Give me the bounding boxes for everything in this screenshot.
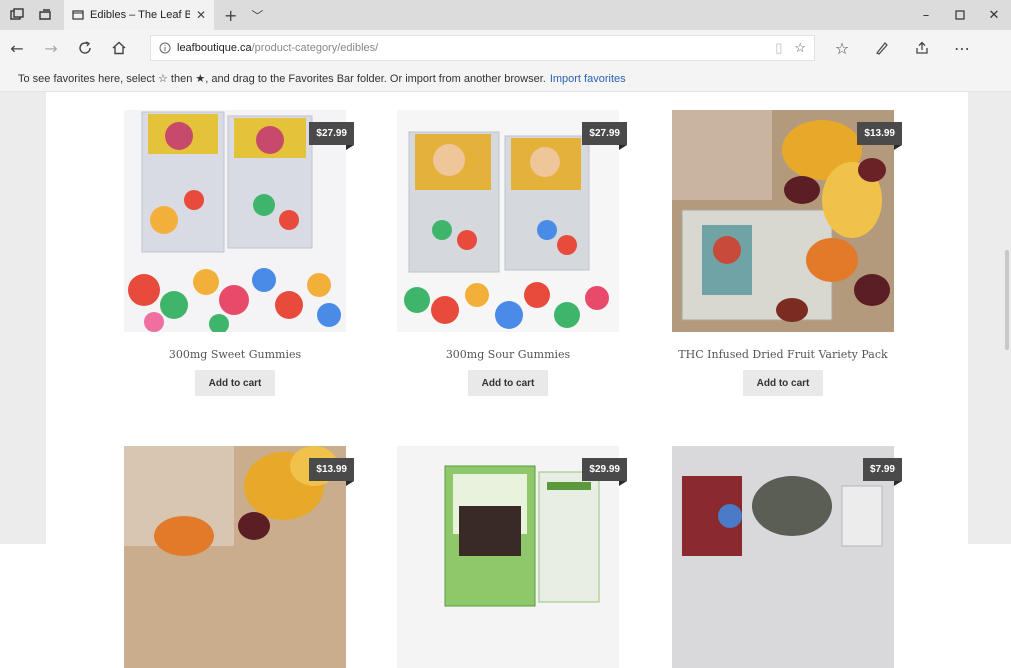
- url-path: /product-category/edibles/: [251, 42, 379, 54]
- favorites-hub-icon[interactable]: ☆: [825, 33, 859, 63]
- page-background: $27.99 300mg Sweet Gummies Add to cart $…: [0, 92, 1011, 668]
- home-icon[interactable]: [102, 33, 136, 63]
- title-bar: Edibles – The Leaf Bouti ✕ + ﹀ – ✕: [0, 0, 1011, 30]
- share-icon[interactable]: [905, 33, 939, 63]
- favorites-bar: To see favorites here, select ☆ then ★, …: [0, 66, 1011, 92]
- price-badge: $27.99: [309, 122, 354, 150]
- set-tabs-aside-icon[interactable]: [34, 4, 56, 26]
- product-grid: $27.99 300mg Sweet Gummies Add to cart $…: [46, 92, 968, 668]
- favorites-bar-message: To see favorites here, select ☆ then ★, …: [18, 73, 546, 85]
- url-host: leafboutique.ca: [177, 42, 252, 54]
- price-badge: $27.99: [582, 122, 627, 150]
- import-favorites-link[interactable]: Import favorites: [550, 73, 626, 85]
- close-tab-icon[interactable]: ✕: [196, 8, 206, 22]
- minimize-icon[interactable]: –: [909, 0, 943, 30]
- pen-icon[interactable]: [865, 33, 899, 63]
- add-to-cart-button[interactable]: Add to cart: [468, 370, 548, 396]
- price-badge: $29.99: [582, 458, 627, 486]
- navigation-bar: ← → leafboutique.ca/product-category/edi…: [0, 30, 1011, 66]
- price-badge: $13.99: [309, 458, 354, 486]
- more-icon[interactable]: ⋯: [945, 33, 979, 63]
- new-tab-icon[interactable]: +: [224, 6, 237, 25]
- price-badge: $7.99: [862, 458, 903, 486]
- tab-edibles[interactable]: Edibles – The Leaf Bouti ✕: [64, 0, 214, 30]
- scrollbar-thumb[interactable]: [1005, 250, 1009, 350]
- info-icon[interactable]: [159, 42, 171, 54]
- refresh-icon[interactable]: [68, 33, 102, 63]
- tab-actions-icon[interactable]: [6, 4, 28, 26]
- product-name[interactable]: 300mg Sour Gummies: [377, 348, 639, 361]
- product-name[interactable]: 300mg Sweet Gummies: [104, 348, 366, 361]
- product-image[interactable]: [672, 446, 894, 668]
- chevron-down-icon[interactable]: ﹀: [251, 7, 263, 24]
- close-window-icon[interactable]: ✕: [977, 0, 1011, 30]
- forward-arrow-icon[interactable]: →: [34, 33, 68, 63]
- tab-title: Edibles – The Leaf Bouti: [90, 9, 190, 21]
- back-arrow-icon[interactable]: ←: [0, 33, 34, 63]
- star-icon[interactable]: ☆: [794, 40, 806, 56]
- add-to-cart-button[interactable]: Add to cart: [743, 370, 823, 396]
- page-icon: [72, 10, 84, 20]
- price-badge: $13.99: [857, 122, 902, 150]
- product-name[interactable]: THC Infused Dried Fruit Variety Pack: [652, 348, 914, 361]
- address-bar[interactable]: leafboutique.ca/product-category/edibles…: [150, 35, 815, 61]
- reading-view-icon[interactable]: ▯: [775, 40, 782, 56]
- add-to-cart-button[interactable]: Add to cart: [195, 370, 275, 396]
- maximize-icon[interactable]: [943, 0, 977, 30]
